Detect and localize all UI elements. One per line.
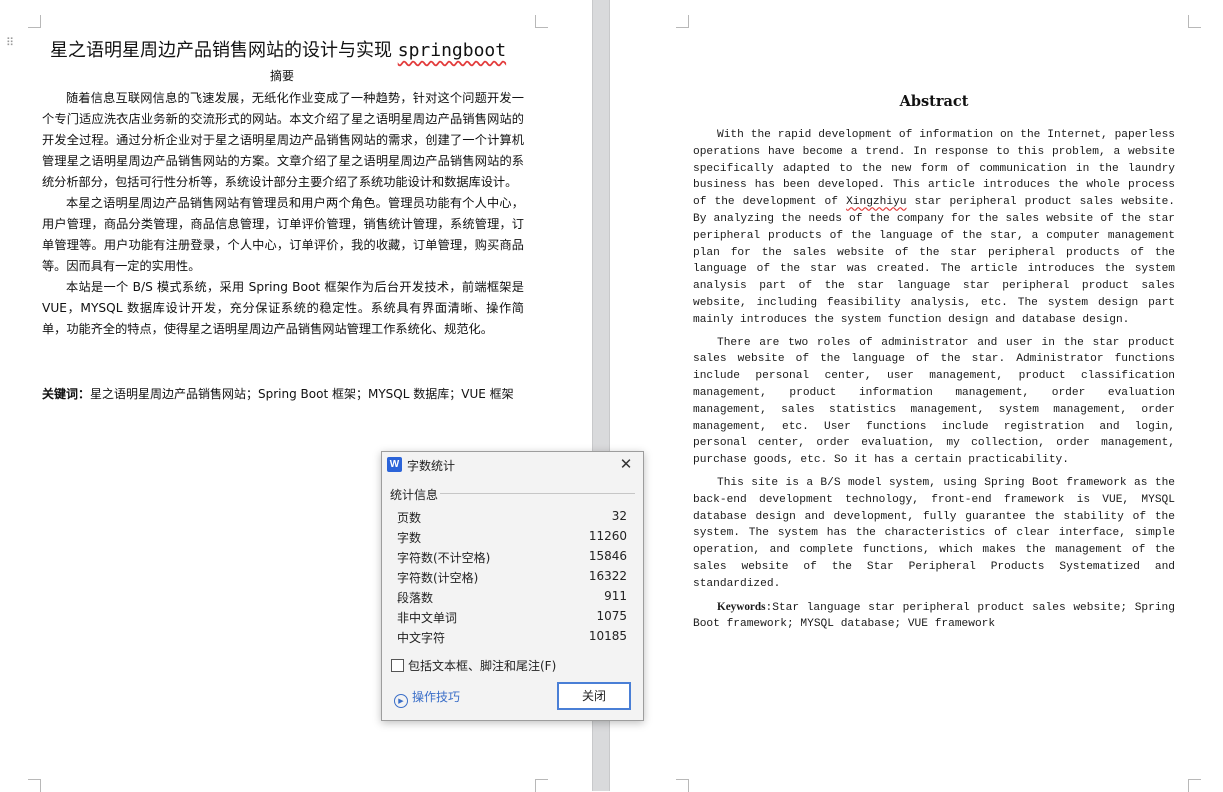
crop-mark [676,779,689,792]
keywords-en: Keywords:Star language star peripheral p… [693,599,1175,634]
abstract-paragraph-en: There are two roles of administrator and… [693,336,1175,467]
group-divider [440,493,635,494]
crop-mark [28,15,41,28]
crop-mark [535,15,548,28]
dialog-title-bar[interactable]: W 字数统计 ✕ [382,452,643,478]
abstract-body-cn: 随着信息互联网信息的飞速发展，无纸化作业变成了一种趋势，针对这个问题开发一个专门… [42,88,524,340]
stat-row-chinese-chars: 中文字符 10185 [397,629,627,645]
statistics-list: 页数 32 字数 11260 字符数(不计空格) 15846 字符数(计空格) … [397,507,627,647]
keywords-label-en: Keywords [717,600,766,613]
close-icon[interactable]: ✕ [617,455,635,473]
crop-mark [535,779,548,792]
abstract-paragraph: 随着信息互联网信息的飞速发展，无纸化作业变成了一种趋势，针对这个问题开发一个专门… [42,91,524,189]
statistics-group-label: 统计信息 [390,488,439,502]
document-title: 星之语明星周边产品销售网站的设计与实现 springboot [50,36,520,62]
stat-row-non-chinese-words: 非中文单词 1075 [397,609,627,625]
abstract-paragraph-en: This site is a B/S model system, using S… [693,476,1175,590]
crop-mark [1188,779,1201,792]
tips-link[interactable]: ▶ 操作技巧 [394,688,460,708]
close-button[interactable]: 关闭 [557,682,631,710]
wps-writer-icon: W [387,457,402,472]
keywords-label: 关键词： [42,387,91,401]
stat-row-words: 字数 11260 [397,529,627,545]
abstract-paragraph-en: With the rapid development of informatio… [693,129,1175,326]
crop-mark [28,779,41,792]
paragraph-drag-handle-icon[interactable]: ⠿ [6,37,16,56]
keywords-text: 星之语明星周边产品销售网站；Spring Boot 框架；MYSQL 数据库；V… [90,387,514,401]
crop-mark [676,15,689,28]
abstract-body-en: With the rapid development of informatio… [693,127,1175,639]
keywords-cn: 关键词：星之语明星周边产品销售网站；Spring Boot 框架；MYSQL 数… [42,385,514,402]
misspelled-word[interactable]: Xingzhiyu [846,196,906,208]
stat-row-chars-with-spaces: 字符数(计空格) 16322 [397,569,627,585]
dialog-title: 字数统计 [407,459,456,473]
title-en-text: springboot [397,40,507,61]
stat-row-chars-no-spaces: 字符数(不计空格) 15846 [397,549,627,565]
play-circle-icon: ▶ [394,694,408,708]
stat-row-paragraphs: 段落数 911 [397,589,627,605]
include-textbox-footnotes-option[interactable]: 包括文本框、脚注和尾注(F) [391,657,556,674]
tips-label: 操作技巧 [412,690,461,704]
title-cn-text: 星之语明星周边产品销售网站的设计与实现 [50,40,392,61]
abstract-heading: 摘要 [270,69,295,83]
stat-row-pages: 页数 32 [397,509,627,525]
abstract-paragraph: 本站是一个 B/S 模式系统，采用 Spring Boot 框架作为后台开发技术… [42,280,524,336]
abstract-heading-en: Abstract [899,93,969,110]
include-textbox-footnotes-checkbox[interactable] [391,659,404,672]
checkbox-label: 包括文本框、脚注和尾注(F) [408,659,557,673]
word-count-dialog: W 字数统计 ✕ 统计信息 页数 32 字数 11260 字符数(不计空格) 1… [381,451,644,721]
keywords-text-en: :Star language star peripheral product s… [693,601,1175,631]
abstract-paragraph: 本星之语明星周边产品销售网站有管理员和用户两个角色。管理员功能有个人中心，用户管… [42,196,524,273]
crop-mark [1188,15,1201,28]
